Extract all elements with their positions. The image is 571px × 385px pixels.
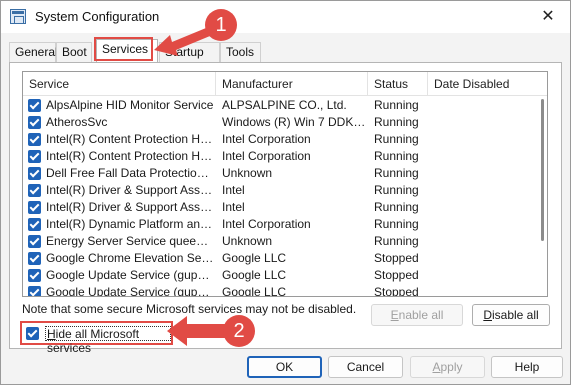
status-cell: Running xyxy=(374,234,419,248)
hide-ms-label-text: ide all Microsoft services xyxy=(47,327,140,355)
service-row[interactable]: Google Update Service (gupdate) Google LL… xyxy=(23,267,547,284)
manufacturer-cell: Intel Corporation xyxy=(222,132,311,146)
service-checkbox[interactable] xyxy=(28,269,41,282)
manufacturer-cell: Windows (R) Win 7 DDK pr... xyxy=(222,115,366,129)
service-checkbox[interactable] xyxy=(28,252,41,265)
service-name-cell: AlpsAlpine HID Monitor Service xyxy=(46,98,214,112)
services-list[interactable]: Service Manufacturer Status Date Disable… xyxy=(22,71,548,297)
service-checkbox[interactable] xyxy=(28,99,41,112)
service-checkbox[interactable] xyxy=(28,150,41,163)
column-header-manufacturer[interactable]: Manufacturer xyxy=(216,72,368,96)
list-header: Service Manufacturer Status Date Disable… xyxy=(23,72,547,96)
status-cell: Running xyxy=(374,217,419,231)
hide-microsoft-services-checkbox[interactable] xyxy=(26,327,39,340)
service-name-cell: Energy Server Service queencreek xyxy=(46,234,214,248)
enable-all-label: nable all xyxy=(398,308,444,322)
enable-all-mnemonic: E xyxy=(390,308,399,322)
service-checkbox[interactable] xyxy=(28,116,41,129)
hide-microsoft-services-highlight: Hide all Microsoft services xyxy=(20,321,173,355)
manufacturer-cell: Intel xyxy=(222,183,245,197)
service-name-cell: Google Chrome Elevation Servic... xyxy=(46,251,214,265)
column-header-service[interactable]: Service xyxy=(23,72,216,96)
manufacturer-cell: Google LLC xyxy=(222,268,287,282)
status-cell: Stopped xyxy=(374,285,419,297)
list-scrollbar[interactable] xyxy=(541,99,544,241)
service-row[interactable]: AlpsAlpine HID Monitor Service ALPSALPINE… xyxy=(23,97,547,114)
manufacturer-cell: Intel Corporation xyxy=(222,217,311,231)
service-row[interactable]: Intel(R) Driver & Support Assist... Intel… xyxy=(23,199,547,216)
disable-all-button[interactable]: Disable all xyxy=(472,304,550,326)
service-name-cell: Intel(R) Driver & Support Assist... xyxy=(46,200,214,214)
service-name-cell: Intel(R) Content Protection HEC... xyxy=(46,132,214,146)
service-checkbox[interactable] xyxy=(28,133,41,146)
service-checkbox[interactable] xyxy=(28,184,41,197)
annotation-badge-1: 1 xyxy=(205,9,237,41)
service-name-cell: Google Update Service (gupdatem) xyxy=(46,285,214,297)
service-row[interactable]: AtherosSvc Windows (R) Win 7 DDK pr... Run… xyxy=(23,114,547,131)
manufacturer-cell: Intel xyxy=(222,200,245,214)
manufacturer-cell: Google LLC xyxy=(222,251,287,265)
service-checkbox[interactable] xyxy=(28,235,41,248)
hide-ms-mnemonic: H xyxy=(47,327,56,341)
close-icon[interactable]: ✕ xyxy=(536,5,560,29)
manufacturer-cell: Unknown xyxy=(222,166,273,180)
service-checkbox[interactable] xyxy=(28,201,41,214)
service-row[interactable]: Energy Server Service queencreek Unknown R… xyxy=(23,233,547,250)
apply-label: pply xyxy=(440,360,463,374)
service-name-cell: Dell Free Fall Data Protection W... xyxy=(46,166,214,180)
status-cell: Running xyxy=(374,200,419,214)
service-row[interactable]: Google Update Service (gupdatem) Google L… xyxy=(23,284,547,297)
service-checkbox[interactable] xyxy=(28,167,41,180)
msconfig-app-icon xyxy=(10,9,26,24)
service-row[interactable]: Intel(R) Dynamic Platform and T... Intel … xyxy=(23,216,547,233)
status-cell: Stopped xyxy=(374,251,419,265)
column-header-status[interactable]: Status xyxy=(368,72,428,96)
status-cell: Stopped xyxy=(374,268,419,282)
manufacturer-cell: Unknown xyxy=(222,234,273,248)
apply-button[interactable]: Apply xyxy=(410,356,485,378)
annotation-step-1: 1 xyxy=(146,6,240,58)
status-cell: Running xyxy=(374,183,419,197)
tab-general[interactable]: General xyxy=(9,42,58,62)
column-header-date-disabled[interactable]: Date Disabled xyxy=(428,72,547,96)
manufacturer-cell: Google LLC xyxy=(222,285,287,297)
window-title: System Configuration xyxy=(35,9,160,24)
status-cell: Running xyxy=(374,115,419,129)
service-name-cell: Intel(R) Content Protection HDC... xyxy=(46,149,214,163)
ok-button[interactable]: OK xyxy=(247,356,322,378)
status-cell: Running xyxy=(374,98,419,112)
service-rows: AlpsAlpine HID Monitor Service ALPSALPINE… xyxy=(23,97,547,297)
tab-boot[interactable]: Boot xyxy=(56,42,92,62)
service-checkbox[interactable] xyxy=(28,286,41,296)
service-row[interactable]: Dell Free Fall Data Protection W... Unkno… xyxy=(23,165,547,182)
annotation-badge-2: 2 xyxy=(223,315,255,347)
service-row[interactable]: Google Chrome Elevation Servic... Google … xyxy=(23,250,547,267)
cancel-button[interactable]: Cancel xyxy=(328,356,403,378)
services-panel: Service Manufacturer Status Date Disable… xyxy=(9,62,562,355)
service-row[interactable]: Intel(R) Driver & Support Assistant Intel… xyxy=(23,182,547,199)
status-cell: Running xyxy=(374,166,419,180)
status-cell: Running xyxy=(374,149,419,163)
manufacturer-cell: ALPSALPINE CO., Ltd. xyxy=(222,98,347,112)
service-name-cell: Google Update Service (gupdate) xyxy=(46,268,214,282)
service-name-cell: Intel(R) Driver & Support Assistant xyxy=(46,183,214,197)
system-configuration-window: System Configuration ✕ General Boot Star… xyxy=(0,0,571,385)
disable-all-label: isable all xyxy=(491,308,539,322)
title-bar: System Configuration ✕ xyxy=(1,1,570,33)
service-row[interactable]: Intel(R) Content Protection HEC... Intel … xyxy=(23,131,547,148)
service-name-cell: Intel(R) Dynamic Platform and T... xyxy=(46,217,214,231)
hide-microsoft-services-label[interactable]: Hide all Microsoft services xyxy=(45,326,171,355)
help-button[interactable]: Help xyxy=(491,356,563,378)
status-cell: Running xyxy=(374,132,419,146)
service-name-cell: AtherosSvc xyxy=(46,115,108,129)
enable-all-button[interactable]: Enable all xyxy=(371,304,463,326)
service-checkbox[interactable] xyxy=(28,218,41,231)
disable-all-mnemonic: D xyxy=(483,308,492,322)
apply-mnemonic: A xyxy=(432,360,441,374)
service-row[interactable]: Intel(R) Content Protection HDC... Intel … xyxy=(23,148,547,165)
services-tab-highlight xyxy=(94,37,153,61)
manufacturer-cell: Intel Corporation xyxy=(222,149,311,163)
annotation-step-2: 2 xyxy=(165,307,265,359)
